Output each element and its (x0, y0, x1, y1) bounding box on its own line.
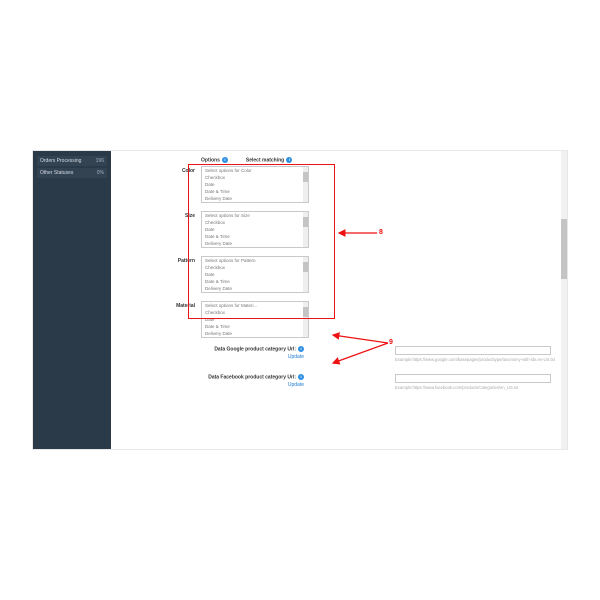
google-url-label: Data Google product category Url:i (121, 346, 304, 352)
multiselect-scrollbar[interactable] (303, 167, 308, 202)
info-icon[interactable]: i (298, 346, 304, 352)
facebook-url-label: Data Facebook product category Url:i (121, 374, 304, 380)
thumbnail-frame: Orders Processing 196 Other Statuses 0% … (0, 0, 600, 600)
option-multiselect-pattern[interactable]: Select options for Pattern Checkbox Date… (201, 256, 309, 293)
option-label: Color (121, 166, 201, 174)
facebook-url-example: Example:https://www.facebook.com/product… (395, 385, 518, 390)
sidebar-item-other-statuses[interactable]: Other Statuses 0% (37, 168, 107, 178)
google-url-update-link[interactable]: Update (121, 354, 304, 360)
header-options: Optionsi (201, 157, 228, 163)
option-row-color: Color Select options for Color Checkbox … (121, 166, 559, 203)
screenshot-viewport: Orders Processing 196 Other Statuses 0% … (32, 150, 568, 450)
scrollbar-thumb[interactable] (561, 219, 567, 279)
admin-sidebar: Orders Processing 196 Other Statuses 0% (33, 151, 111, 211)
option-label: Size (121, 211, 201, 219)
option-label: Material (121, 301, 201, 309)
sidebar-item-orders-processing[interactable]: Orders Processing 196 (37, 156, 107, 166)
multiselect-scrollbar[interactable] (303, 212, 308, 247)
multiselect-scrollbar[interactable] (303, 257, 308, 292)
google-url-input[interactable] (395, 346, 551, 355)
info-icon[interactable]: i (298, 374, 304, 380)
multiselect-scrollbar[interactable] (303, 302, 308, 337)
option-row-size: Size Select options for Size Checkbox Da… (121, 211, 559, 248)
facebook-category-url-row: Data Facebook product category Url:i Upd… (121, 374, 559, 398)
info-icon[interactable]: i (286, 157, 292, 163)
sidebar-item-count: 196 (96, 158, 104, 164)
header-select-matching: Select matchingi (246, 157, 292, 163)
sidebar-item-label: Orders Processing (40, 158, 81, 164)
option-row-pattern: Pattern Select options for Pattern Check… (121, 256, 559, 293)
admin-sidebar-fill (33, 211, 111, 450)
page-scrollbar[interactable] (561, 151, 567, 449)
option-row-material: Material Select options for Materi... Ch… (121, 301, 559, 338)
facebook-url-update-link[interactable]: Update (121, 382, 304, 388)
option-multiselect-size[interactable]: Select options for Size Checkbox Date Da… (201, 211, 309, 248)
option-multiselect-color[interactable]: Select options for Color Checkbox Date D… (201, 166, 309, 203)
google-url-example: Example:https://www.google.com/basepages… (395, 357, 555, 362)
column-headers: Optionsi Select matchingi (201, 157, 559, 163)
facebook-url-input[interactable] (395, 374, 551, 383)
settings-panel: Optionsi Select matchingi Color Select o… (111, 151, 567, 449)
sidebar-item-label: Other Statuses (40, 170, 73, 176)
option-label: Pattern (121, 256, 201, 264)
option-multiselect-material[interactable]: Select options for Materi... Checkbox Da… (201, 301, 309, 338)
google-category-url-row: Data Google product category Url:i Updat… (121, 346, 559, 370)
sidebar-item-count: 0% (97, 170, 104, 176)
info-icon[interactable]: i (222, 157, 228, 163)
